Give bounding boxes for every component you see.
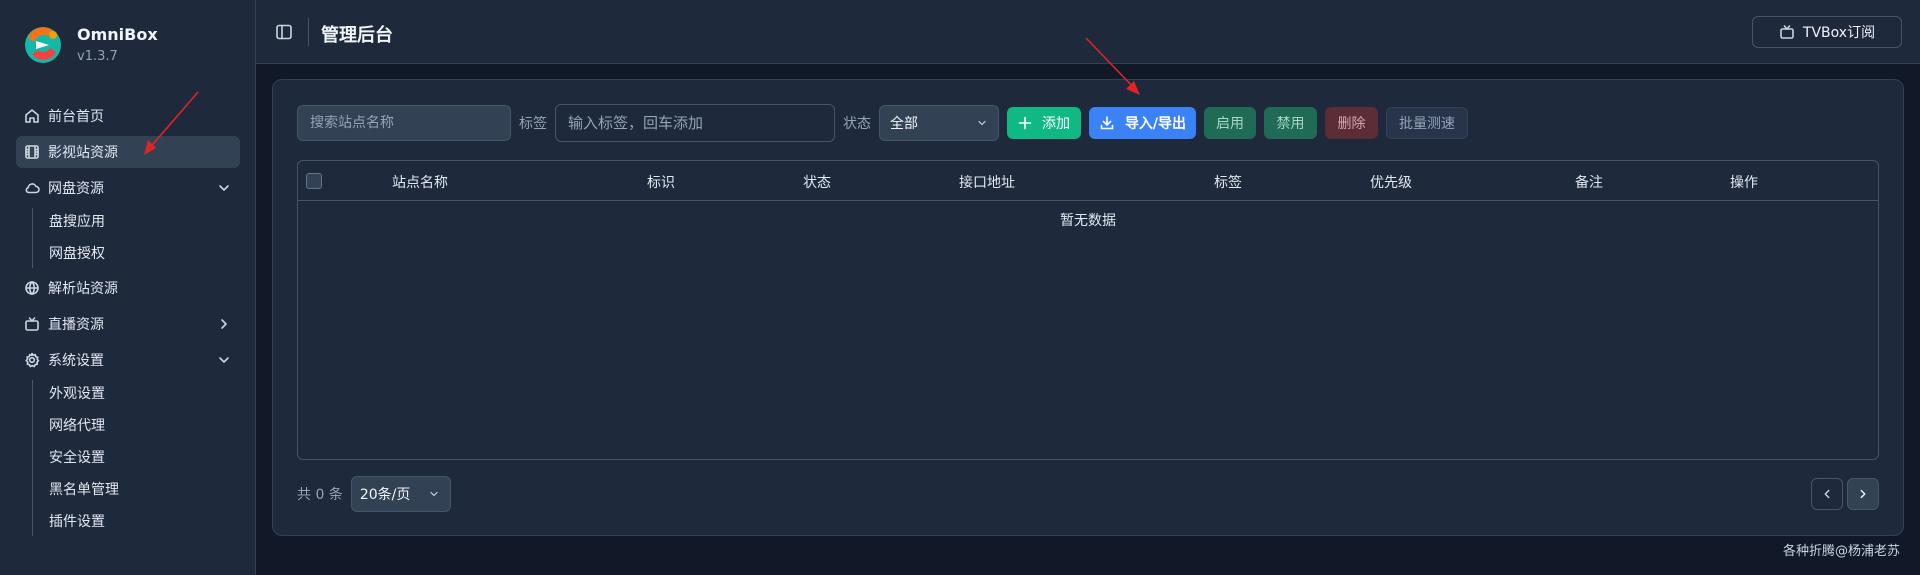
sidebar-item-label: 网盘资源 xyxy=(48,181,104,197)
next-page-button[interactable] xyxy=(1847,478,1879,510)
tvbox-subscribe-button[interactable]: TVBox订阅 xyxy=(1752,16,1902,48)
delete-button[interactable]: 删除 xyxy=(1325,107,1378,139)
brand[interactable]: OmniBox v1.3.7 xyxy=(22,24,158,66)
table-header: 站点名称 标识 状态 接口地址 标签 优先级 备注 操作 xyxy=(298,161,1878,201)
batch-speedtest-button[interactable]: 批量测速 xyxy=(1386,107,1468,139)
sidebar-item-label: 前台首页 xyxy=(48,109,104,125)
sidebar-subitem-pan-search[interactable]: 盘搜应用 xyxy=(49,208,240,236)
chevron-right-icon xyxy=(1860,489,1866,499)
chevron-left-icon xyxy=(1824,489,1830,499)
column-header[interactable]: 备注 xyxy=(1575,172,1603,192)
home-icon xyxy=(24,108,40,124)
tv-icon xyxy=(24,316,40,332)
chevron-right-icon xyxy=(221,319,227,329)
sidebar-item-netdisk[interactable]: 网盘资源 xyxy=(16,172,240,204)
column-header[interactable]: 标签 xyxy=(1214,172,1242,192)
chevron-down-icon xyxy=(219,357,229,363)
search-input[interactable] xyxy=(297,105,511,141)
empty-state: 暂无数据 xyxy=(1060,213,1116,229)
gear-icon xyxy=(24,352,40,368)
select-all-checkbox[interactable] xyxy=(306,173,322,189)
sidebar-toggle-icon[interactable] xyxy=(274,22,294,42)
film-icon xyxy=(24,144,40,160)
page-size-select[interactable]: 20条/页 xyxy=(350,476,451,512)
prev-page-button[interactable] xyxy=(1811,478,1843,510)
pagination xyxy=(1807,478,1879,510)
add-button[interactable]: 添加 xyxy=(1007,107,1081,139)
sidebar-item-vod-sites[interactable]: 影视站资源 xyxy=(16,136,240,168)
plus-icon xyxy=(1018,116,1032,130)
credit-text: 各种折腾@杨浦老苏 xyxy=(1782,544,1900,559)
tvbox-label: TVBox订阅 xyxy=(1802,25,1876,41)
column-header[interactable]: 站点名称 xyxy=(392,172,448,192)
tv-icon xyxy=(1780,25,1794,39)
sidebar-item-label: 解析站资源 xyxy=(48,281,118,297)
column-header[interactable]: 状态 xyxy=(803,172,831,192)
table-footer: 共 0 条 20条/页 xyxy=(297,476,451,512)
sidebar: OmniBox v1.3.7 前台首页 影视站资源 网盘资源 盘搜应用 网盘授权 xyxy=(0,0,256,575)
sidebar-item-label: 影视站资源 xyxy=(48,145,118,161)
page-title: 管理后台 xyxy=(321,25,393,46)
sidebar-subitem-pan-auth[interactable]: 网盘授权 xyxy=(49,240,240,268)
sidebar-subitem-appearance[interactable]: 外观设置 xyxy=(49,380,240,408)
header-divider xyxy=(308,18,309,46)
sidebar-item-label: 直播资源 xyxy=(48,317,104,333)
sidebar-subitem-plugins[interactable]: 插件设置 xyxy=(49,508,240,536)
column-header[interactable]: 接口地址 xyxy=(959,172,1015,192)
sidebar-subitem-security[interactable]: 安全设置 xyxy=(49,444,240,472)
disable-button[interactable]: 禁用 xyxy=(1264,107,1317,139)
sidebar-item-live[interactable]: 直播资源 xyxy=(16,308,240,340)
chevron-down-icon xyxy=(978,120,986,126)
globe-icon xyxy=(24,280,40,296)
status-label: 状态 xyxy=(843,116,871,132)
tag-input[interactable] xyxy=(555,104,835,142)
sidebar-item-settings[interactable]: 系统设置 xyxy=(16,344,240,376)
download-icon xyxy=(1100,116,1114,130)
app-name: OmniBox xyxy=(77,25,158,44)
toolbar: 标签 状态 全部 添加 导入/导出 启用 禁用 删除 批量测速 xyxy=(297,104,1468,142)
status-select-value: 全部 xyxy=(890,116,918,132)
add-button-label: 添加 xyxy=(1042,116,1070,132)
app-version: v1.3.7 xyxy=(77,49,118,64)
column-header: 操作 xyxy=(1730,175,1758,191)
enable-button[interactable]: 启用 xyxy=(1204,107,1256,139)
chevron-down-icon xyxy=(430,491,438,497)
import-export-button[interactable]: 导入/导出 xyxy=(1089,107,1196,139)
sites-table: 站点名称 标识 状态 接口地址 标签 优先级 备注 操作 暂无数据 xyxy=(297,160,1879,460)
column-header[interactable]: 优先级 xyxy=(1370,172,1412,192)
sidebar-subitem-proxy[interactable]: 网络代理 xyxy=(49,412,240,440)
sidebar-nav: 前台首页 影视站资源 网盘资源 盘搜应用 网盘授权 解析站资源 直播资源 系统设… xyxy=(16,100,240,540)
sidebar-item-parse-sites[interactable]: 解析站资源 xyxy=(16,272,240,304)
sidebar-item-label: 系统设置 xyxy=(48,353,104,369)
page-size-value: 20条/页 xyxy=(359,487,411,503)
cloud-icon xyxy=(24,180,40,196)
settings-submenu: 外观设置 网络代理 安全设置 黑名单管理 插件设置 xyxy=(32,380,240,536)
chevron-down-icon xyxy=(219,185,229,191)
omnibox-logo-icon xyxy=(25,27,61,63)
total-count: 共 0 条 xyxy=(297,487,343,503)
sidebar-item-home[interactable]: 前台首页 xyxy=(16,100,240,132)
sidebar-subitem-blacklist[interactable]: 黑名单管理 xyxy=(49,476,240,504)
tag-label: 标签 xyxy=(519,116,547,132)
netdisk-submenu: 盘搜应用 网盘授权 xyxy=(32,208,240,268)
status-select[interactable]: 全部 xyxy=(879,105,999,141)
top-header: 管理后台 TVBox订阅 xyxy=(256,0,1920,64)
main-panel: 标签 状态 全部 添加 导入/导出 启用 禁用 删除 批量测速 站点名称 标识 … xyxy=(272,79,1904,536)
import-export-label: 导入/导出 xyxy=(1124,116,1187,132)
column-header[interactable]: 标识 xyxy=(647,172,675,192)
